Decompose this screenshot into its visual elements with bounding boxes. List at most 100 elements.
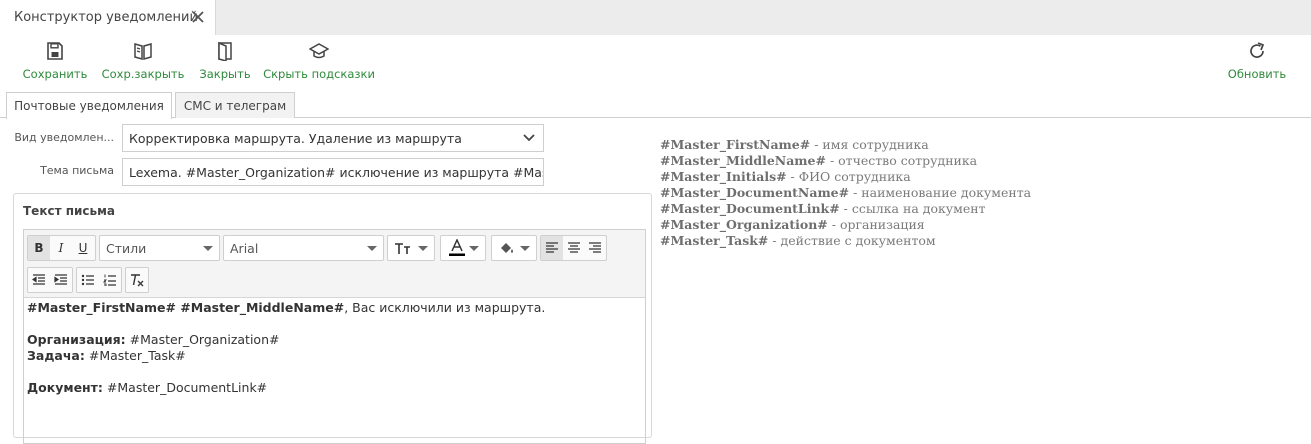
numbered-list-icon [103, 274, 116, 286]
text-color-icon [449, 239, 465, 256]
notification-tabs: Почтовые уведомления СМС и телеграм [0, 87, 1311, 119]
format-group: B I U [27, 235, 96, 261]
hint-desc: - организация [827, 217, 925, 232]
clear-format-group [125, 267, 149, 293]
styles-value: Стили [106, 240, 147, 256]
chevron-down-icon [523, 134, 535, 142]
save-close-button[interactable]: Сохр.закрыть [102, 39, 184, 83]
refresh-label: Обновить [1227, 67, 1287, 81]
hint-item: #Master_FirstName# - имя сотрудника [660, 137, 1031, 153]
hint-key: #Master_Initials# [660, 169, 787, 184]
font-dropdown[interactable]: Arial [223, 235, 384, 261]
hint-key: #Master_MiddleName# [660, 153, 826, 168]
align-left-icon [545, 242, 558, 253]
empty-line [27, 316, 637, 332]
window-tabbar: Конструктор уведомлений [0, 0, 1311, 35]
outdent-button[interactable] [28, 268, 50, 292]
subject-label: Тема письма [40, 164, 114, 177]
styles-dropdown[interactable]: Стили [99, 235, 220, 261]
clear-format-button[interactable] [126, 268, 148, 292]
editor-content[interactable]: #Master_FirstName# #Master_MiddleName#, … [27, 300, 637, 396]
caret-down-icon [203, 246, 213, 251]
subject-value: Lexema. #Master_Organization# исключение… [129, 164, 543, 180]
numbered-list-button[interactable] [99, 268, 121, 292]
background-color-dropdown[interactable] [491, 235, 537, 261]
task-label: Задача: [27, 348, 85, 363]
hint-key: #Master_DocumentName# [660, 185, 850, 200]
bold-button[interactable]: B [28, 236, 50, 260]
caret-down-icon [469, 246, 479, 251]
save-label: Сохранить [22, 67, 88, 81]
close-button[interactable]: Закрыть [199, 39, 251, 83]
hint-desc: - отчество сотрудника [825, 153, 978, 168]
close-icon[interactable] [190, 9, 206, 25]
door-icon [218, 41, 232, 61]
align-center-button[interactable] [563, 236, 585, 260]
main-toolbar: Сохранить Сохр.закрыть Закрыть Скрыть по… [0, 35, 1311, 87]
document-tab[interactable]: Конструктор уведомлений [0, 0, 216, 35]
editor-title: Текст письма [23, 204, 116, 218]
empty-line [27, 364, 637, 380]
graduation-cap-icon [309, 43, 329, 59]
list-group [76, 267, 122, 293]
font-size-dropdown[interactable] [387, 235, 435, 261]
hint-item: #Master_DocumentLink# - ссылка на докуме… [660, 201, 1031, 217]
hint-item: #Master_Organization# - организация [660, 217, 1031, 233]
hint-desc: - имя сотрудника [810, 137, 929, 152]
organization-label: Организация: [27, 332, 126, 347]
tab-sms-telegram[interactable]: СМС и телеграм [175, 92, 295, 118]
document-line: Документ: #Master_DocumentLink# [27, 380, 637, 396]
hint-item: #Master_DocumentName# - наименование док… [660, 185, 1031, 201]
notification-type-select[interactable]: Корректировка маршрута. Удаление из марш… [122, 124, 544, 152]
hide-hints-button[interactable]: Скрыть подсказки [263, 39, 375, 83]
bullet-list-icon [81, 274, 94, 286]
align-center-icon [567, 242, 580, 253]
italic-button[interactable]: I [50, 236, 72, 260]
indent-button[interactable] [50, 268, 72, 292]
hint-item: #Master_MiddleName# - отчество сотрудник… [660, 153, 1031, 169]
hint-item: #Master_Initials# - ФИО сотрудника [660, 169, 1031, 185]
align-right-button[interactable] [584, 236, 606, 260]
greeting-text: , Вас исключили из маршрута. [344, 300, 546, 315]
type-label: Вид уведомлен... [14, 131, 114, 144]
hint-item: #Master_Task# - действие с документом [660, 233, 1031, 249]
refresh-icon [1250, 42, 1265, 58]
indent-icon [54, 274, 67, 285]
bullet-list-button[interactable] [77, 268, 99, 292]
hide-hints-label: Скрыть подсказки [263, 67, 375, 81]
tab-email-label: Почтовые уведомления [14, 99, 164, 113]
hint-key: #Master_Organization# [660, 217, 828, 232]
close-label: Закрыть [199, 67, 251, 81]
save-button[interactable]: Сохранить [22, 39, 88, 83]
task-line: Задача: #Master_Task# [27, 348, 637, 364]
align-right-icon [589, 242, 602, 253]
greeting-line: #Master_FirstName# #Master_MiddleName#, … [27, 300, 637, 316]
rich-text-editor: B I U Стили Arial #Master_FirstName# #Ma… [23, 229, 646, 444]
caret-down-icon [520, 246, 530, 251]
editor-toolbar: B I U Стили Arial [24, 230, 645, 298]
document-label: Документ: [27, 380, 103, 395]
hint-desc: - ссылка на документ [839, 201, 986, 216]
caret-down-icon [367, 246, 377, 251]
outdent-icon [32, 274, 45, 285]
notification-type-value: Корректировка маршрута. Удаление из марш… [129, 130, 462, 146]
placeholder-hints: #Master_FirstName# - имя сотрудника #Mas… [660, 137, 1031, 249]
hint-key: #Master_DocumentLink# [660, 201, 840, 216]
font-value: Arial [230, 240, 259, 256]
align-left-button[interactable] [541, 236, 563, 260]
tab-email[interactable]: Почтовые уведомления [6, 92, 172, 119]
bold-icon: B [34, 241, 44, 255]
hint-key: #Master_FirstName# [660, 137, 811, 152]
save-icon [47, 42, 63, 60]
text-color-dropdown[interactable] [440, 235, 486, 261]
hint-desc: - ФИО сотрудника [786, 169, 911, 184]
hint-desc: - действие с документом [768, 233, 936, 248]
tab-sms-telegram-label: СМС и телеграм [183, 98, 287, 113]
subject-input[interactable]: Lexema. #Master_Organization# исключение… [122, 158, 544, 186]
paint-bucket-icon [501, 243, 513, 253]
caret-down-icon [418, 246, 428, 251]
refresh-button[interactable]: Обновить [1227, 39, 1287, 83]
greeting-placeholders: #Master_FirstName# #Master_MiddleName# [27, 300, 345, 315]
organization-line: Организация: #Master_Organization# [27, 332, 637, 348]
underline-button[interactable]: U [72, 236, 94, 260]
